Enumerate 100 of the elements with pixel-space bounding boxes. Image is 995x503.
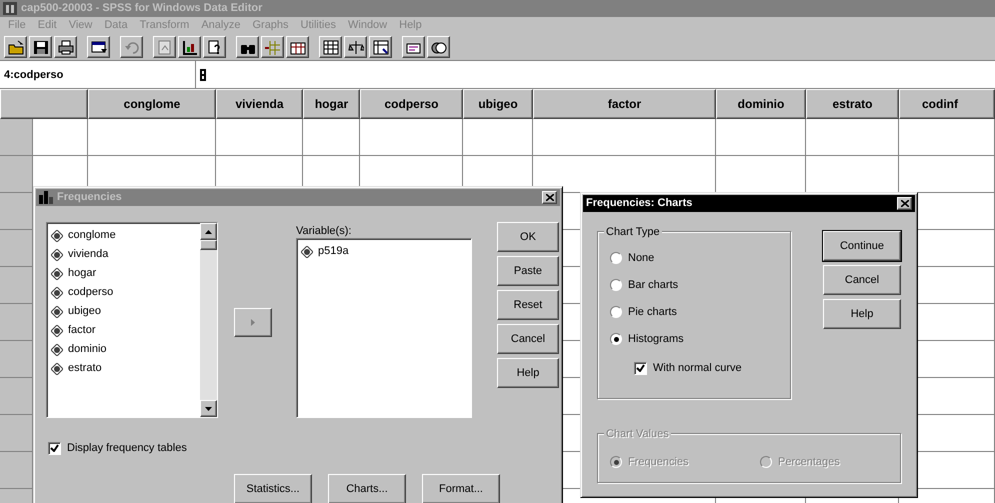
dialog-button[interactable]: Help <box>823 299 901 329</box>
column-header[interactable]: ubigeo <box>463 89 533 119</box>
variable-name: estrato <box>68 361 102 376</box>
up-arrow-icon <box>205 230 212 234</box>
selected-variable-list[interactable]: p519a <box>296 238 472 418</box>
chart-icon <box>39 191 53 204</box>
scroll-down-button[interactable] <box>200 400 217 417</box>
toolbar-button[interactable] <box>4 36 27 58</box>
dialog-button[interactable]: Cancel <box>497 324 559 354</box>
list-item[interactable]: dominio <box>47 340 197 359</box>
scroll-up-button[interactable] <box>200 223 217 240</box>
close-icon <box>546 194 554 201</box>
variable-name: vivienda <box>68 247 108 262</box>
toolbar-button[interactable] <box>120 36 143 58</box>
dialog-button[interactable]: Continue <box>823 231 901 261</box>
toolbar-button[interactable] <box>319 36 342 58</box>
ruler-icon <box>51 268 63 280</box>
group-label: Chart Type <box>604 224 662 240</box>
column-header[interactable]: codperso <box>360 89 463 119</box>
column-header[interactable]: codinf <box>899 89 995 119</box>
column-header[interactable]: vivienda <box>216 89 303 119</box>
question-icon <box>206 40 222 54</box>
scrollbar[interactable] <box>200 223 217 417</box>
list-item[interactable]: hogar <box>47 264 197 283</box>
toolbar-button[interactable] <box>261 36 284 58</box>
toolbar-button[interactable] <box>236 36 259 58</box>
close-button[interactable] <box>897 197 912 210</box>
list-item[interactable]: vivienda <box>47 245 197 264</box>
list-item[interactable]: ubigeo <box>47 302 197 321</box>
table-cell[interactable] <box>88 119 216 156</box>
check-icon <box>50 444 59 452</box>
grid-insert-icon <box>264 40 280 54</box>
toolbar-button[interactable] <box>87 36 110 58</box>
dialog-button[interactable]: Statistics... <box>234 474 312 503</box>
dialog-button[interactable]: Paste <box>497 256 559 286</box>
radio-button[interactable] <box>610 252 622 264</box>
scroll-thumb[interactable] <box>200 240 217 250</box>
table-cell[interactable] <box>303 119 360 156</box>
list-item[interactable]: codperso <box>47 283 197 302</box>
variable-name: p519a <box>318 244 349 260</box>
dialog-button[interactable]: Format... <box>422 474 500 503</box>
checkbox[interactable] <box>634 362 647 375</box>
radio-button[interactable] <box>610 306 622 318</box>
column-header[interactable]: estrato <box>806 89 899 119</box>
table-cell[interactable] <box>33 119 88 156</box>
table-cell[interactable] <box>360 119 463 156</box>
toolbar-button[interactable] <box>54 36 77 58</box>
ruler-icon <box>51 362 63 374</box>
table-cell[interactable] <box>533 119 716 156</box>
toolbar-button[interactable] <box>369 36 392 58</box>
table-cell[interactable] <box>899 119 995 156</box>
table-cell[interactable] <box>463 119 533 156</box>
list-item[interactable]: p519a <box>297 242 471 261</box>
grid-icon <box>322 40 338 54</box>
cursor-icon <box>200 68 206 80</box>
close-button[interactable] <box>542 191 557 204</box>
table-cell[interactable] <box>716 119 806 156</box>
folder-icon <box>8 40 24 54</box>
ruler-icon <box>51 324 63 336</box>
list-item[interactable]: estrato <box>47 359 197 378</box>
toolbar-button[interactable] <box>29 36 52 58</box>
radio-button[interactable] <box>610 279 622 292</box>
dialog-icon <box>90 40 106 54</box>
toolbar-button[interactable] <box>153 36 176 58</box>
list-item[interactable]: factor <box>47 321 197 340</box>
column-header[interactable]: conglome <box>88 89 216 119</box>
table-cell[interactable] <box>216 119 303 156</box>
radio-label: Percentages <box>778 455 840 470</box>
right-arrow-icon <box>251 319 255 326</box>
toolbar-button[interactable] <box>286 36 309 58</box>
ruler-icon <box>51 248 63 260</box>
chart-icon <box>182 40 198 54</box>
variable-list[interactable]: conglome vivienda hogar codperso ubigeo factor dominio estrato <box>46 222 218 418</box>
table-cell[interactable] <box>806 119 899 156</box>
radio-button[interactable] <box>610 333 622 346</box>
table-icon <box>290 40 306 54</box>
toolbar-button[interactable] <box>344 36 367 58</box>
dialog-button[interactable]: OK <box>497 222 559 252</box>
radio-label: Histograms <box>628 332 684 347</box>
dialog-button[interactable]: Cancel <box>823 265 901 295</box>
checkbox[interactable] <box>48 442 61 455</box>
ruler-icon <box>51 306 63 318</box>
radio-label: Pie charts <box>628 305 677 320</box>
column-header[interactable]: hogar <box>303 89 360 119</box>
dialog-title: Frequencies: Charts <box>586 196 692 212</box>
ruler-icon <box>51 230 63 242</box>
cell-name: 4:codperso <box>0 61 196 88</box>
dialog-button[interactable]: Charts... <box>328 474 406 503</box>
column-header[interactable]: factor <box>533 89 716 119</box>
dialog-button[interactable]: Reset <box>497 290 559 320</box>
toolbar-button[interactable] <box>178 36 201 58</box>
toolbar-button[interactable] <box>427 36 450 58</box>
dialog-title: Frequencies <box>57 190 122 206</box>
toolbar-button[interactable] <box>203 36 226 58</box>
move-button[interactable] <box>234 308 272 337</box>
dialog-button[interactable]: Help <box>497 358 559 388</box>
undo-icon <box>124 40 140 54</box>
list-item[interactable]: conglome <box>47 226 197 245</box>
toolbar-button[interactable] <box>402 36 425 58</box>
column-header[interactable]: dominio <box>716 89 806 119</box>
